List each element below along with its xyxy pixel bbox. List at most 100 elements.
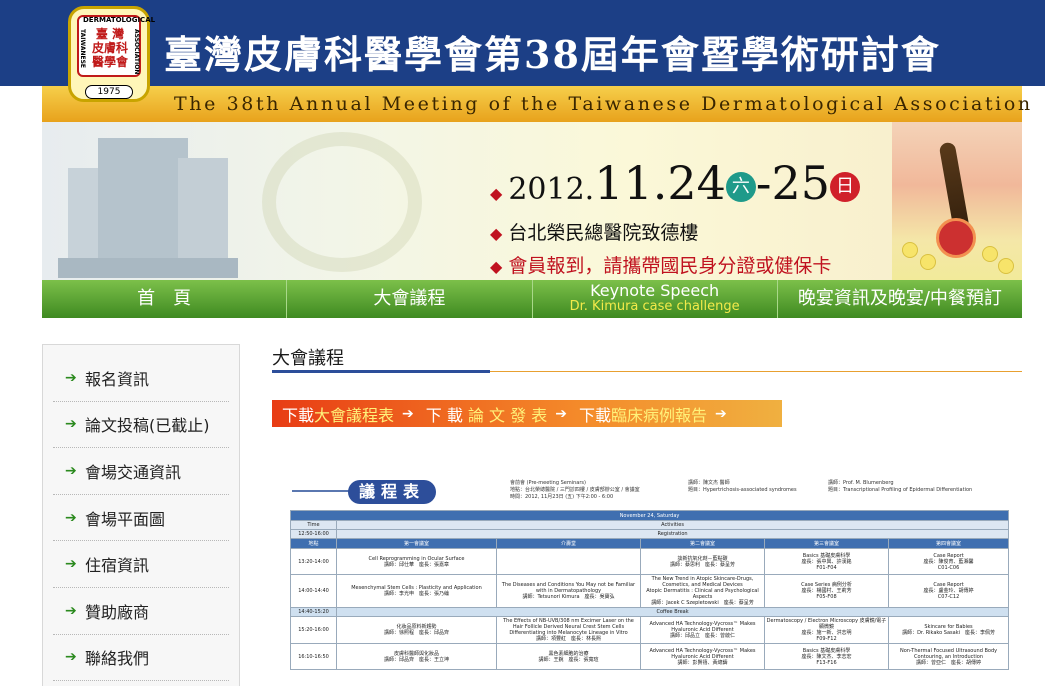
nav-label: 大會議程 [373,288,446,309]
nav-agenda[interactable]: 大會議程 [287,280,533,318]
logo-text-right: ASSOCIATION [133,29,140,75]
logo-year: 1975 [85,85,133,99]
agenda-registration-time: 12:50-16:00 [290,529,337,539]
agenda-room-header: 介壽堂 [496,538,641,549]
agenda-session-cell: Basics 基礎皮膚科學 座長：陳文杰、李志宏 F13-F16 [764,643,889,670]
agenda-room-header: 第四會議室 [887,538,1010,549]
arrow-right-icon: ➔ [65,509,77,526]
agenda-coffee-time: 14:40-15:20 [290,607,337,617]
sidebar-item-transportation[interactable]: ➔ 會場交通資訊 [53,448,229,495]
agenda-session-cell: Case Report 座長：盧金玲、胡傳婷 C07-C12 [887,574,1010,608]
nav-home[interactable]: 首 頁 [42,280,288,318]
location-text: 台北榮民總醫院致德樓 [508,222,699,244]
event-banner: ◆ 2012.11.24 六 -25 日 ◆ 台北榮民總醫院致德樓 ◆ 會員報到，請攜帶國民… [42,122,1022,280]
sidebar-item-abstract-submission[interactable]: ➔ 論文投稿(已截止) [53,402,229,449]
arrow-right-icon: ➔ [65,649,77,666]
agenda-coffee-break: Coffee Break [335,607,1010,617]
fat-cell-shape [902,242,918,258]
agenda-session-cell: 化妝品原料新趨勢 講師：徐照程 座長：邱品齊 [336,616,497,644]
event-date: ◆ 2012.11.24 六 -25 日 [490,156,860,210]
agenda-session-cell: The Effects of NB-UVB/308 nm Excimer Las… [496,616,641,644]
arrow-right-icon: ➔ [65,602,77,619]
sidebar-item-label: 聯絡我們 [85,649,150,669]
fat-cell-shape [920,254,936,270]
logo-text-left: TAIWANESE [79,29,86,69]
agenda-time-cell: 16:10-16:50 [290,643,337,670]
arrow-right-icon: ➔ [65,369,77,386]
agenda-activities-header: Activities [335,520,1010,530]
agenda-session-cell: Advanced HA Technology-Vycross™ Makes Hy… [640,643,765,670]
nav-banquet[interactable]: 晚宴資訊及晚宴/中餐預訂 [778,280,1022,318]
agenda-session-cell: Advanced HA Technology-Vycross™ Makes Hy… [640,616,765,644]
download-link-label: 臨床病例報告 [610,405,707,425]
download-papers-link[interactable]: 下 載 論 文 發 表 [426,402,547,426]
agenda-time-cell: 13:20-14:00 [290,548,337,575]
date-end: -25 [755,156,830,210]
agenda-session-cell: Mesenchymal Stem Cells : Plasticity and … [336,574,497,608]
agenda-session-cell: Case Report 座長：陳俊育、藍湘馨 C01-C06 [887,548,1010,575]
event-notice: ◆ 會員報到，請攜帶國民身分證或健保卡 [490,251,831,278]
agenda-table-image[interactable]: 議程表 會前會 (Pre-meeting Seminars) 地點：台北榮總醫院… [288,476,1010,686]
nav-keynote[interactable]: Keynote Speech Dr. Kimura case challenge [533,280,778,318]
page-title: 大會議程 [272,348,344,369]
agenda-session-cell: Dermatoscopy / Electron Microscopy 皮膚鏡/電… [764,616,889,644]
title-divider-blue [272,370,490,373]
download-link-label: 論 文 發 表 [467,405,548,425]
agenda-session-cell: 皮膚科醫師與化妝品 講師：邱品齊 座長：王立坤 [336,643,497,670]
arrow-right-icon: ➔ [555,405,567,422]
notice-text: 會員報到，請攜帶國民身分證或健保卡 [508,255,832,277]
download-prefix: 下載 [282,405,315,425]
agenda-preseminar-note: 會前會 (Pre-meeting Seminars) 地點：台北榮總醫院 / 三… [510,480,640,500]
agenda-session-cell: Cell Reprogramming in Ocular Surface 講師：… [336,548,497,575]
site-title-english: The 38th Annual Meeting of the Taiwanese… [174,93,1033,115]
agenda-table: November 24, Saturday Time Activities 12:… [289,510,1010,670]
hair-bulb-shape [936,218,976,258]
agenda-room-header: 第三會議室 [764,538,889,549]
sidebar-item-sponsors[interactable]: ➔ 贊助廠商 [53,588,229,635]
sidebar-item-label: 論文投稿(已截止) [85,416,210,436]
diamond-bullet-icon: ◆ [490,184,503,203]
table-row: 15:20-16:00 化妝品原料新趨勢 講師：徐照程 座長：邱品齊 The E… [290,616,1010,644]
diamond-bullet-icon: ◆ [490,257,503,276]
day-badge-sunday: 日 [829,172,860,202]
sidebar-item-accommodation[interactable]: ➔ 住宿資訊 [53,541,229,588]
main-nav: 首 頁 大會議程 Keynote Speech Dr. Kimura case … [42,280,1022,318]
arrow-right-icon: ➔ [65,416,77,433]
arrow-right-icon: ➔ [714,405,727,422]
download-case-reports-link[interactable]: 下載臨床病例報告 [579,402,707,426]
agenda-registration: Registration [335,529,1010,539]
arrow-right-icon: ➔ [65,556,77,573]
sidebar-item-contact[interactable]: ➔ 聯絡我們 [53,635,229,682]
arrow-right-icon: ➔ [402,405,414,422]
sidebar-item-floor-plan[interactable]: ➔ 會場平面圖 [53,495,229,542]
date-year: 2012. [508,172,595,207]
agenda-session-cell: Non-Thermal Focused Ultrasound Body Cont… [887,643,1010,670]
agenda-session-cell: Skincare for Babies 講師：Dr. Rikako Sasaki… [887,616,1010,644]
fat-cell-shape [982,246,998,262]
agenda-header: 議程表 會前會 (Pre-meeting Seminars) 地點：台北榮總醫院… [288,476,1010,508]
logo-emblem: DERMATOLOGICAL TAIWANESE ASSOCIATION 臺 灣… [77,15,155,77]
nav-label: 首 頁 [137,288,192,309]
agenda-time-cell: 15:20-16:00 [290,616,337,644]
diamond-bullet-icon: ◆ [490,224,503,243]
agenda-badge: 議程表 [348,480,436,504]
date-main: 11.24 [594,156,726,210]
table-row: 16:10-16:50 皮膚科醫師與化妝品 講師：邱品齊 座長：王立坤 黑色素細… [290,643,1010,670]
decorative-swirl [262,132,422,272]
hospital-building-illustration [58,128,238,278]
agenda-session-cell: 談新抗氧化劑－藍點碳 講師：蔡思利 座長：蔡呈芳 [640,548,765,575]
download-agenda-link[interactable]: 下載大會議程表 [282,402,394,426]
agenda-place-header: 地點 [290,538,337,549]
sidebar-item-registration[interactable]: ➔ 報名資訊 [53,355,229,402]
agenda-room-header: 第二會議室 [640,538,765,549]
fat-cell-shape [998,258,1014,274]
agenda-time-header: Time [290,520,337,530]
title-divider [272,370,1022,373]
agenda-session-cell: Case Series 病例分析 座長：楊國村、王莉芳 F05-F08 [764,574,889,608]
sidebar-item-label: 贊助廠商 [85,602,150,622]
sidebar-item-label: 報名資訊 [85,369,150,389]
agenda-speaker-note: 講師：陳文杰 醫師 題目：Hypertrichosis-associated s… [688,480,797,493]
association-logo[interactable]: DERMATOLOGICAL TAIWANESE ASSOCIATION 臺 灣… [68,6,155,102]
event-location: ◆ 台北榮民總醫院致德樓 [490,218,698,245]
nav-label: Keynote Speech [590,281,720,300]
